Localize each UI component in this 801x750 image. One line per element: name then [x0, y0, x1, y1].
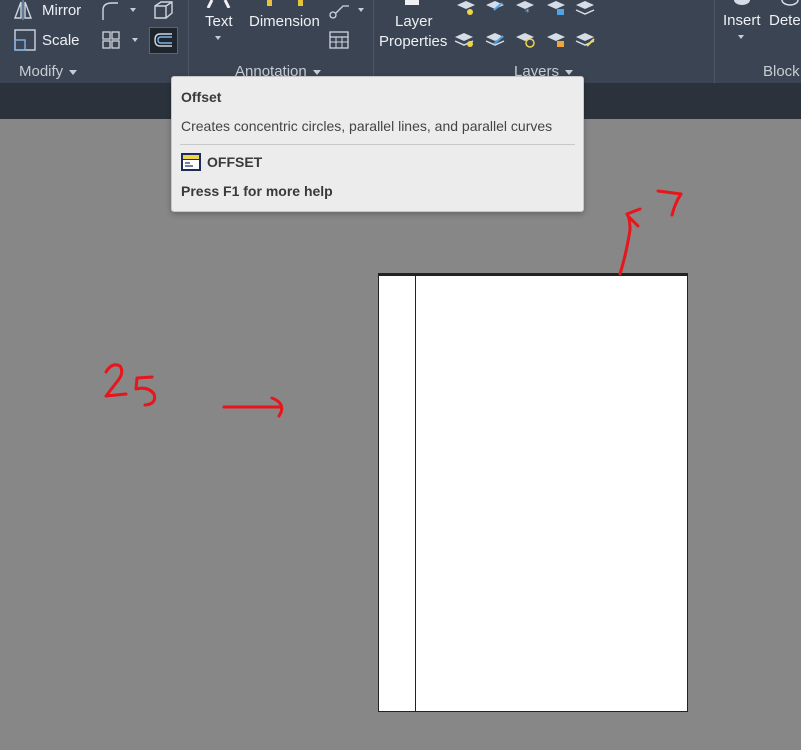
tooltip-command-name: OFFSET — [207, 154, 263, 170]
handwritten-25-mark: 25 — [104, 363, 157, 407]
command-line-icon — [181, 153, 201, 171]
offset-tooltip: Offset Creates concentric circles, paral… — [171, 76, 584, 212]
tooltip-title: Offset — [181, 89, 222, 105]
red-leader-line-mark — [618, 207, 642, 276]
tooltip-divider — [180, 144, 575, 145]
tooltip-description: Creates concentric circles, parallel lin… — [181, 118, 553, 134]
tooltip-help-text: Press F1 for more help — [181, 183, 333, 199]
red-arrow-mark — [222, 396, 284, 418]
handwritten-7-mark: 7 — [656, 189, 683, 217]
